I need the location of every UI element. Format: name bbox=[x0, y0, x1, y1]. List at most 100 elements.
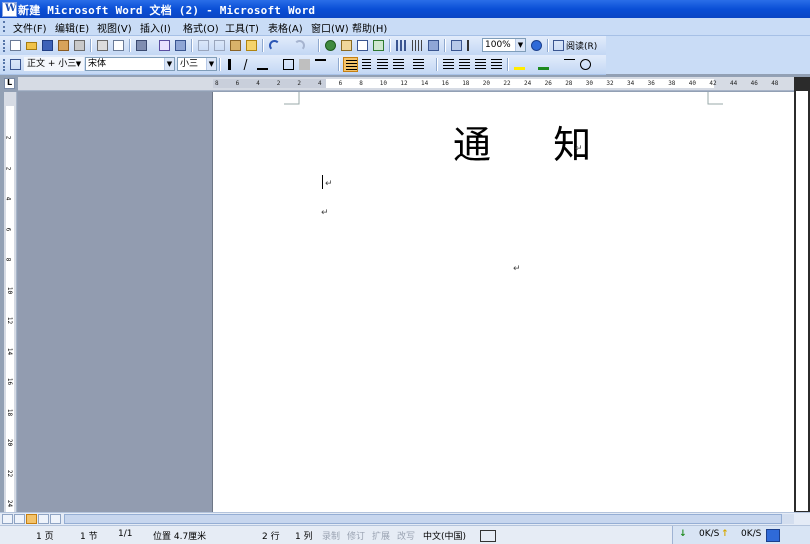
styles-pane-button[interactable] bbox=[8, 57, 23, 72]
toolbar-separator bbox=[262, 39, 264, 52]
reading-layout-icon-button[interactable] bbox=[551, 38, 566, 53]
decrease-indent-button[interactable] bbox=[473, 57, 488, 72]
style-combo[interactable]: 正文 + 小三 ▼ bbox=[24, 57, 84, 71]
hyperlink-button[interactable] bbox=[323, 38, 338, 53]
menu-format[interactable]: 格式(O) bbox=[183, 20, 219, 35]
print-preview-button[interactable] bbox=[111, 38, 126, 53]
line-spacing-button[interactable] bbox=[411, 57, 433, 72]
ruler-tick-label: 28 bbox=[565, 80, 573, 87]
word-app-icon[interactable] bbox=[2, 2, 17, 17]
print-button[interactable] bbox=[95, 38, 110, 53]
spelling-status-icon[interactable] bbox=[480, 530, 496, 542]
menu-view[interactable]: 视图(V) bbox=[97, 20, 132, 35]
font-combo[interactable]: 宋体 ▼ bbox=[85, 57, 175, 71]
columns-button[interactable] bbox=[394, 38, 409, 53]
distributed-align-button[interactable] bbox=[391, 57, 406, 72]
ruler-tick-label: 12 bbox=[400, 80, 408, 87]
chevron-down-icon[interactable]: ▼ bbox=[164, 58, 174, 70]
status-record[interactable]: 录制 bbox=[322, 529, 340, 542]
normal-view-button[interactable] bbox=[2, 514, 13, 524]
status-language[interactable]: 中文(中国) bbox=[423, 529, 466, 542]
open-button[interactable] bbox=[24, 38, 39, 53]
insert-table-button[interactable] bbox=[355, 38, 370, 53]
show-hide-button[interactable] bbox=[449, 38, 464, 53]
menu-help[interactable]: 帮助(H) bbox=[352, 20, 387, 35]
font-size-combo[interactable]: 小三 ▼ bbox=[177, 57, 217, 71]
undo-button[interactable] bbox=[267, 38, 282, 53]
toolbar-separator bbox=[90, 39, 92, 52]
drawing-button[interactable] bbox=[410, 38, 425, 53]
help-button[interactable] bbox=[529, 38, 544, 53]
drawing-shapes-icon bbox=[412, 40, 423, 51]
phonetic-guide-button[interactable] bbox=[562, 57, 577, 72]
format-painter-button[interactable] bbox=[244, 38, 259, 53]
increase-indent-button[interactable] bbox=[489, 57, 504, 72]
highlight-button[interactable] bbox=[512, 57, 534, 72]
document-map-button[interactable] bbox=[426, 38, 441, 53]
horizontal-scrollbar[interactable] bbox=[0, 512, 810, 526]
status-overtype[interactable]: 改写 bbox=[397, 529, 415, 542]
cut-button[interactable] bbox=[196, 38, 211, 53]
font-color-button[interactable] bbox=[536, 57, 558, 72]
print-layout-view-button[interactable] bbox=[26, 514, 37, 524]
read-button-label[interactable]: 阅读(R) bbox=[566, 39, 597, 52]
enclose-characters-button[interactable] bbox=[578, 57, 593, 72]
font-size-value: 小三 bbox=[180, 59, 199, 69]
vertical-scroll-thumb[interactable] bbox=[796, 91, 808, 511]
vertical-ruler[interactable]: 22468101214161820222426 bbox=[4, 92, 17, 538]
chevron-down-icon[interactable]: ▼ bbox=[74, 58, 83, 70]
vertical-scrollbar[interactable] bbox=[794, 77, 810, 512]
character-scaling-button[interactable] bbox=[313, 57, 335, 72]
status-track-changes[interactable]: 修订 bbox=[347, 529, 365, 542]
outline-view-button[interactable] bbox=[38, 514, 49, 524]
web-view-button[interactable] bbox=[14, 514, 25, 524]
tables-borders-button[interactable] bbox=[339, 38, 354, 53]
menu-window[interactable]: 窗口(W) bbox=[311, 20, 349, 35]
paste-button[interactable] bbox=[228, 38, 243, 53]
bullets-button[interactable] bbox=[457, 57, 472, 72]
network-app-icon[interactable] bbox=[766, 529, 780, 542]
spelling-button[interactable] bbox=[157, 38, 172, 53]
align-right-button[interactable] bbox=[375, 57, 390, 72]
char-border-button[interactable] bbox=[281, 57, 296, 72]
document-page[interactable]: 通 知 ↵ ↵ ↵ ↵ bbox=[212, 92, 795, 512]
ruler-tick-label: 18 bbox=[6, 408, 14, 416]
horizontal-scroll-thumb[interactable] bbox=[64, 514, 782, 524]
char-shading-button[interactable] bbox=[297, 57, 312, 72]
zoom-combo[interactable]: 100% ▼ bbox=[482, 38, 526, 52]
redo-button[interactable] bbox=[292, 38, 307, 53]
bold-button[interactable] bbox=[223, 57, 238, 72]
menu-insert[interactable]: 插入(I) bbox=[140, 20, 171, 35]
research-button[interactable] bbox=[134, 38, 149, 53]
tab-selector[interactable] bbox=[4, 78, 15, 89]
chevron-down-icon[interactable]: ▼ bbox=[206, 58, 216, 70]
ruler-tick-label: 44 bbox=[730, 80, 738, 87]
status-extend[interactable]: 扩展 bbox=[372, 529, 390, 542]
align-justify-button[interactable] bbox=[343, 57, 358, 72]
menu-tools[interactable]: 工具(T) bbox=[225, 20, 259, 35]
insert-excel-button[interactable] bbox=[371, 38, 386, 53]
chevron-down-icon[interactable]: ▼ bbox=[515, 39, 525, 51]
new-document-button[interactable] bbox=[8, 38, 23, 53]
menu-edit[interactable]: 编辑(E) bbox=[55, 20, 89, 35]
underline-button[interactable] bbox=[255, 57, 277, 72]
horizontal-scroll-track[interactable] bbox=[64, 514, 794, 524]
numbering-button[interactable] bbox=[441, 57, 456, 72]
research-pane-button[interactable] bbox=[173, 38, 188, 53]
menu-grip[interactable] bbox=[3, 21, 8, 32]
italic-button[interactable] bbox=[239, 57, 254, 72]
reading-view-button[interactable] bbox=[50, 514, 61, 524]
toolbar-grip[interactable] bbox=[3, 40, 7, 52]
horizontal-ruler[interactable]: 8 6 4 2 2 4 6 8 10 12 14 16 18 20 22 24 26 28 30 32 34 36 38 40… bbox=[18, 77, 797, 91]
print-button-1[interactable] bbox=[72, 38, 87, 53]
copy-button[interactable] bbox=[212, 38, 227, 53]
paragraph-marks-button[interactable] bbox=[465, 38, 480, 53]
menu-file[interactable]: 文件(F) bbox=[13, 20, 47, 35]
align-center-button[interactable] bbox=[359, 57, 374, 72]
ruler-tick-label: 48 bbox=[771, 80, 779, 87]
toolbar-grip[interactable] bbox=[3, 59, 7, 71]
permission-button[interactable] bbox=[56, 38, 71, 53]
save-button[interactable] bbox=[40, 38, 55, 53]
paintbrush-icon bbox=[246, 40, 257, 51]
menu-table[interactable]: 表格(A) bbox=[268, 20, 303, 35]
